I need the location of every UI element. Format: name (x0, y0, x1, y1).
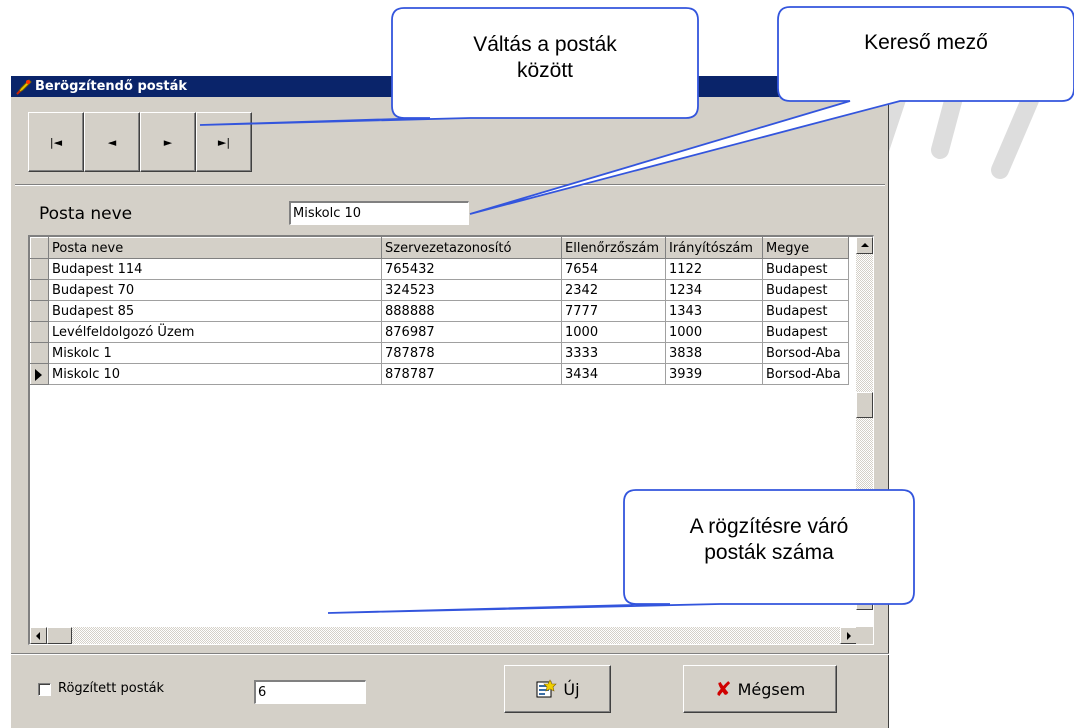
scroll-up-button[interactable] (856, 237, 873, 254)
arrow-up-icon (861, 243, 869, 247)
table-cell[interactable]: Budapest 114 (48, 258, 382, 280)
scroll-right-button[interactable] (840, 627, 857, 644)
table-cell[interactable]: Borsod-Aba (762, 342, 849, 364)
table-cell[interactable]: Budapest 85 (48, 300, 382, 322)
table-row[interactable]: Levélfeldolgozó Üzem 876987 1000 1000 Bu… (30, 321, 849, 343)
arrow-right-icon (847, 632, 851, 640)
table-cell[interactable]: 878787 (381, 363, 562, 385)
arrow-left-icon (36, 632, 40, 640)
recorded-posts-checkbox[interactable] (38, 683, 51, 696)
table-cell[interactable]: 324523 (381, 279, 562, 301)
table-cell[interactable]: 3838 (665, 342, 763, 364)
callout-nav-line1: Váltás a posták (473, 33, 617, 56)
next-record-button[interactable]: ► (140, 112, 196, 172)
table-cell[interactable]: 1234 (665, 279, 763, 301)
horizontal-scrollbar[interactable] (30, 627, 857, 644)
grid-table: Posta neve Szervezetazonosító Ellenőrzős… (30, 237, 849, 385)
main-window: Berögzítendő posták |◄ ◄ ► ►| Posta neve… (10, 75, 889, 728)
pending-count-field[interactable] (254, 680, 366, 704)
app-pen-icon (16, 79, 32, 95)
posts-grid[interactable]: Posta neve Szervezetazonosító Ellenőrzős… (28, 235, 874, 645)
scroll-down-button[interactable] (856, 593, 873, 610)
row-indicator[interactable] (30, 279, 49, 301)
table-cell[interactable]: Budapest (762, 300, 849, 322)
table-row[interactable]: Miskolc 1 787878 3333 3838 Borsod-Aba (30, 342, 849, 364)
table-cell[interactable]: 3434 (561, 363, 666, 385)
table-cell[interactable]: 3939 (665, 363, 763, 385)
table-cell[interactable]: 765432 (381, 258, 562, 280)
horizontal-scroll-thumb[interactable] (47, 627, 72, 644)
table-cell[interactable]: 1000 (561, 321, 666, 343)
table-cell[interactable]: 787878 (381, 342, 562, 364)
cancel-button-label: Mégsem (737, 679, 806, 699)
navigation-panel: |◄ ◄ ► ►| (15, 104, 885, 185)
cancel-x-icon: ✘ (714, 677, 732, 701)
current-row-arrow-icon (35, 369, 42, 381)
row-indicator-header (30, 237, 49, 259)
column-header[interactable]: Posta neve (48, 237, 382, 259)
table-cell[interactable]: Budapest (762, 321, 849, 343)
search-label: Posta neve (39, 204, 133, 224)
recorded-posts-label: Rögzített posták (58, 681, 165, 696)
search-input[interactable] (289, 201, 469, 225)
first-record-button[interactable]: |◄ (28, 112, 84, 172)
table-cell[interactable]: 1122 (665, 258, 763, 280)
row-indicator-current[interactable] (30, 363, 49, 385)
row-indicator[interactable] (30, 321, 49, 343)
table-cell[interactable]: Levélfeldolgozó Üzem (48, 321, 382, 343)
table-cell[interactable]: Budapest (762, 279, 849, 301)
row-indicator[interactable] (30, 258, 49, 280)
row-indicator[interactable] (30, 300, 49, 322)
new-record-icon (536, 679, 558, 698)
table-row[interactable]: Budapest 85 888888 7777 1343 Budapest (30, 300, 849, 322)
callout-nav-text: Váltás a posták között (392, 32, 698, 84)
table-cell[interactable]: 1000 (665, 321, 763, 343)
column-header[interactable]: Ellenőrzőszám (561, 237, 666, 259)
callout-count-line2: posták száma (704, 541, 834, 564)
table-cell[interactable]: 876987 (381, 321, 562, 343)
arrow-down-icon (861, 599, 869, 603)
table-cell[interactable]: Miskolc 10 (48, 363, 382, 385)
callout-nav-line2: között (516, 59, 574, 82)
vertical-scroll-thumb[interactable] (856, 392, 873, 418)
table-row[interactable]: Budapest 70 324523 2342 1234 Budapest (30, 279, 849, 301)
table-cell[interactable]: Budapest (762, 258, 849, 280)
callout-count-text: A rögzítésre váró posták száma (624, 514, 914, 566)
bottom-separator (11, 653, 889, 654)
table-row[interactable]: Budapest 114 765432 7654 1122 Budapest (30, 258, 849, 280)
column-header[interactable]: Szervezetazonosító (381, 237, 562, 259)
table-cell[interactable]: Budapest 70 (48, 279, 382, 301)
prev-record-button[interactable]: ◄ (84, 112, 140, 172)
callout-search-text: Kereső mező (864, 31, 988, 54)
column-header[interactable]: Irányítószám (665, 237, 763, 259)
callout-count-line1: A rögzítésre váró (689, 515, 849, 538)
column-header[interactable]: Megye (762, 237, 849, 259)
table-cell[interactable]: 3333 (561, 342, 666, 364)
new-button[interactable]: Új (504, 665, 611, 713)
table-row-current[interactable]: Miskolc 10 878787 3434 3939 Borsod-Aba (30, 363, 849, 385)
row-indicator[interactable] (30, 342, 49, 364)
new-button-label: Új (563, 679, 580, 699)
scroll-left-button[interactable] (30, 627, 47, 644)
table-cell[interactable]: 2342 (561, 279, 666, 301)
table-cell[interactable]: 7777 (561, 300, 666, 322)
table-cell[interactable]: Miskolc 1 (48, 342, 382, 364)
table-cell[interactable]: 7654 (561, 258, 666, 280)
window-title: Berögzítendő posták (35, 79, 188, 94)
grid-header-row: Posta neve Szervezetazonosító Ellenőrzős… (30, 237, 849, 259)
cancel-button[interactable]: ✘ Mégsem (683, 665, 837, 713)
table-cell[interactable]: Borsod-Aba (762, 363, 849, 385)
last-record-button[interactable]: ►| (196, 112, 252, 172)
table-cell[interactable]: 1343 (665, 300, 763, 322)
scrollbar-corner (856, 627, 873, 644)
table-cell[interactable]: 888888 (381, 300, 562, 322)
